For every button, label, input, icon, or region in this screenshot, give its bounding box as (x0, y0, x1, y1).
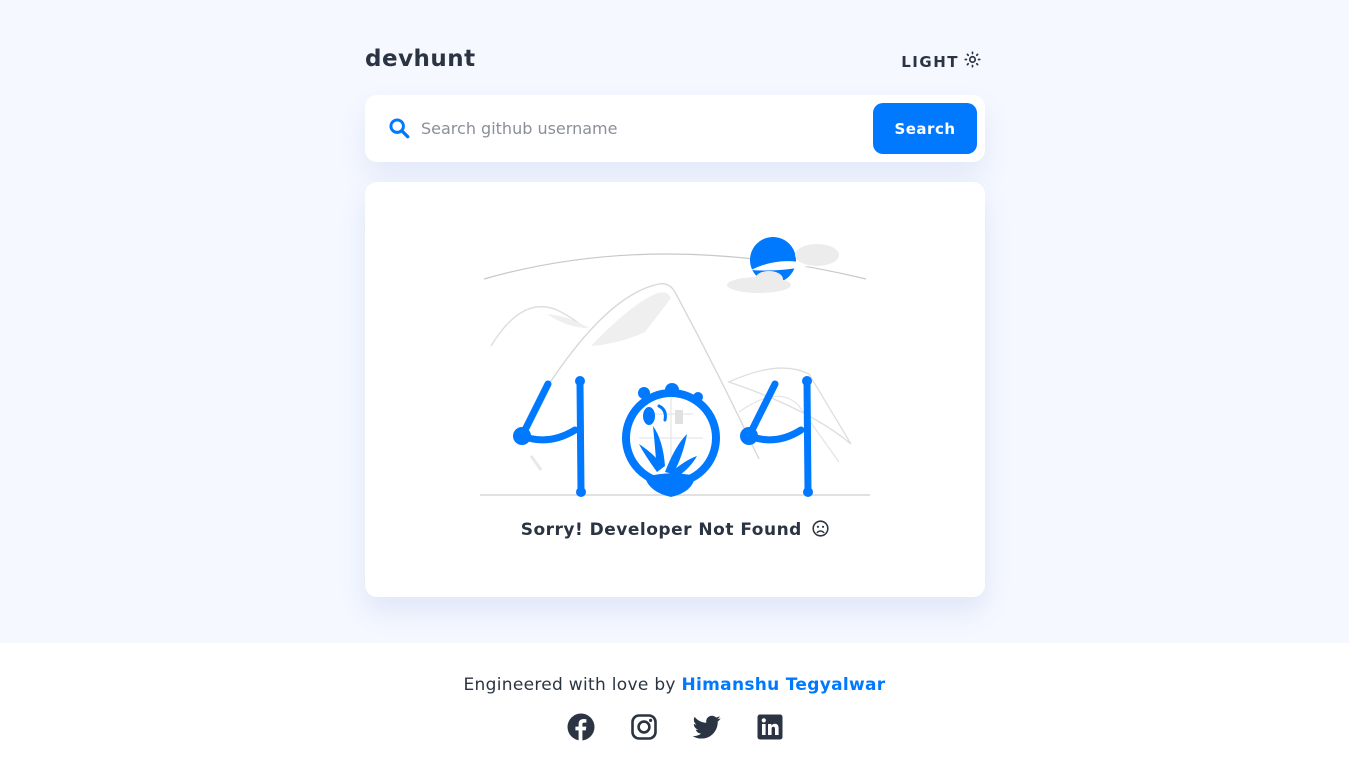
twitter-link[interactable] (692, 713, 721, 741)
search-input[interactable] (421, 111, 861, 145)
main-area: devhunt LIGHT Search github username Sea… (0, 0, 1349, 643)
search-bar: Search (365, 95, 985, 162)
search-icon (388, 117, 410, 143)
header: devhunt LIGHT (365, 44, 985, 78)
theme-toggle-label: LIGHT (901, 52, 959, 71)
not-found-message: Sorry! Developer Not Found (365, 520, 985, 540)
twitter-icon (692, 715, 721, 745)
not-found-text: Sorry! Developer Not Found (520, 520, 802, 540)
instagram-icon (630, 714, 658, 745)
sun-icon (964, 51, 981, 72)
credit-prefix: Engineered with love by (463, 675, 676, 695)
sad-face-icon (812, 520, 829, 537)
404-not-found-illustration (479, 234, 871, 503)
author-link[interactable]: Himanshu Tegyalwar (682, 675, 886, 695)
search-button[interactable]: Search (873, 103, 977, 154)
result-card: Sorry! Developer Not Found (365, 182, 985, 597)
linkedin-link[interactable] (756, 713, 784, 741)
instagram-link[interactable] (630, 713, 658, 741)
logo: devhunt (365, 46, 476, 72)
social-links (567, 713, 784, 743)
theme-toggle[interactable]: LIGHT (901, 51, 981, 72)
credit-line: Engineered with love by Himanshu Tegyalw… (0, 675, 1349, 695)
facebook-icon (567, 713, 595, 745)
footer: Engineered with love by Himanshu Tegyalw… (0, 643, 1349, 775)
facebook-link[interactable] (567, 713, 595, 741)
linkedin-icon (756, 714, 784, 745)
